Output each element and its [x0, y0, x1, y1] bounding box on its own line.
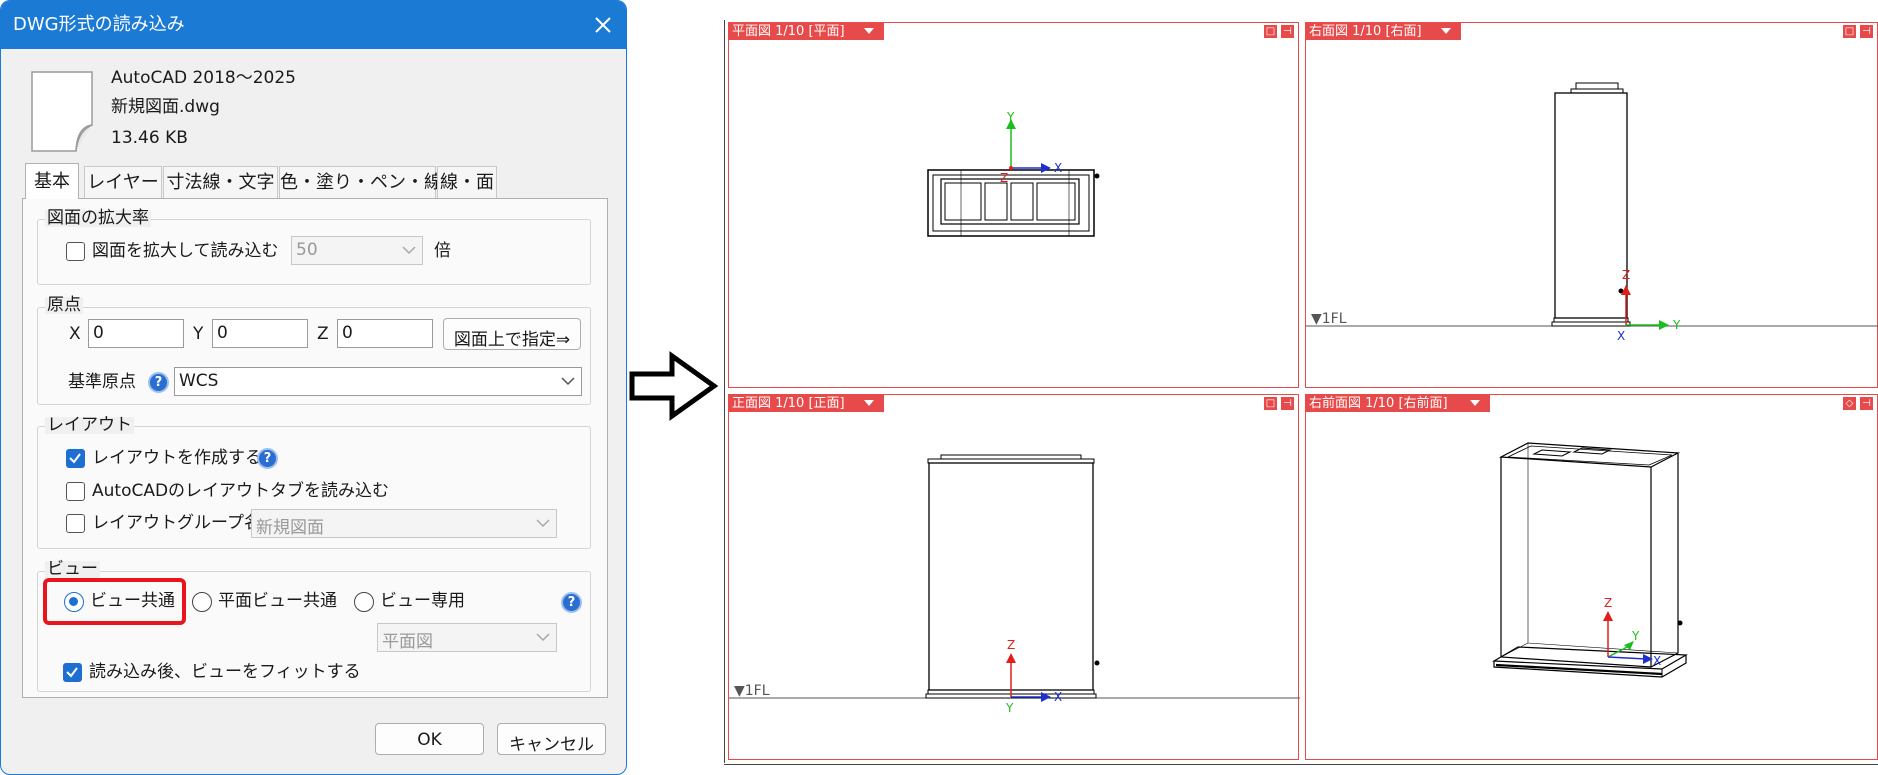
stage: DWG形式の読み込み AutoCAD 2018〜2025 新規図面.dwg 13… [0, 0, 1878, 775]
tab-color-fill-pen-linetype[interactable]: 色・塗り・ペン・線種 [279, 166, 460, 198]
check-icon [69, 453, 81, 464]
import-dialog: DWG形式の読み込み AutoCAD 2018〜2025 新規図面.dwg 13… [0, 0, 627, 775]
layout-group-label: レイアウトグループ名 [92, 513, 261, 533]
base-origin-value: WCS [179, 371, 219, 391]
layout-group-value: 新規図面 [256, 518, 324, 538]
dialog-titlebar: DWG形式の読み込み [1, 1, 626, 49]
view-dedicated-select[interactable]: 平面図 [377, 623, 557, 652]
chevron-down-icon [536, 519, 550, 528]
plan-view-common-radio[interactable] [192, 592, 212, 612]
view-dedicated-radio[interactable] [354, 592, 374, 612]
axis-z-label: Z [1000, 171, 1009, 185]
chevron-down-icon [536, 633, 550, 642]
enlarge-checkbox[interactable] [66, 242, 85, 261]
pick-on-drawing-button[interactable]: 図面上で指定⇒ [443, 318, 581, 350]
axis-x-label: X [1054, 690, 1063, 704]
axis-z-label: Z [1007, 638, 1016, 652]
read-layout-tabs-checkbox[interactable] [66, 482, 85, 501]
help-icon[interactable]: ? [148, 372, 169, 393]
view-common-label: ビュー共通 [90, 591, 175, 611]
view-legend: ビュー [45, 559, 100, 579]
create-layout-label: レイアウトを作成する [92, 448, 262, 468]
scale-value: 50 [296, 240, 318, 260]
enlarge-label: 図面を拡大して読み込む [92, 241, 279, 261]
file-version: AutoCAD 2018〜2025 [111, 68, 296, 88]
floor-level-label: ▼1FL [1311, 311, 1347, 327]
x-label: X [69, 324, 81, 344]
tab-line-face[interactable]: 線・面 [437, 166, 497, 198]
check-icon [66, 667, 78, 678]
right-drawing [1306, 82, 1878, 330]
viewport-perspective[interactable]: 右前面図 1/10 [右前面] ◇ ⊣ Z Y X [1305, 394, 1878, 760]
view-common-radio[interactable] [64, 592, 84, 612]
file-name: 新規図面.dwg [111, 97, 220, 117]
ok-button[interactable]: OK [375, 723, 484, 755]
view-dedicated-label: ビュー専用 [380, 591, 465, 611]
viewport-front[interactable]: 正面図 1/10 [正面] □ ⊣ ▼1FL Z X Y [728, 394, 1300, 760]
front-drawing [729, 454, 1300, 702]
z-input[interactable]: 0 [337, 319, 433, 348]
origin-legend: 原点 [45, 295, 83, 315]
dialog-title: DWG形式の読み込み [13, 14, 185, 35]
plan-view-common-label: 平面ビュー共通 [218, 591, 337, 611]
layout-legend: レイアウト [45, 415, 134, 435]
scale-select[interactable]: 50 [291, 236, 423, 265]
plan-drawing [927, 119, 1100, 237]
fit-view-checkbox[interactable] [63, 663, 82, 682]
tab-dimension-text[interactable]: 寸法線・文字 [163, 166, 278, 198]
create-layout-checkbox[interactable] [66, 449, 85, 468]
x-input[interactable]: 0 [88, 319, 184, 348]
layout-group-select[interactable]: 新規図面 [251, 509, 557, 538]
axis-z-label: Z [1604, 596, 1613, 610]
viewport-plan[interactable]: 平面図 1/10 [平面] □ ⊣ Y X Z [728, 22, 1299, 388]
x-value: 0 [93, 323, 104, 343]
axis-x-label: X [1617, 329, 1626, 343]
axis-y-label: Y [1673, 318, 1681, 332]
axis-y-label: Y [1006, 701, 1014, 715]
cancel-button[interactable]: キャンセル [497, 723, 606, 755]
tab-layer[interactable]: レイヤー [84, 166, 162, 198]
chevron-down-icon [402, 246, 416, 255]
base-origin-select[interactable]: WCS [174, 367, 582, 396]
file-size: 13.46 KB [111, 128, 188, 148]
viewport-frame-left [724, 20, 725, 763]
axis-x-label: X [1054, 161, 1063, 175]
axis-y-label: Y [1007, 110, 1015, 124]
base-origin-label: 基準原点 [68, 372, 136, 392]
help-icon[interactable]: ? [561, 592, 582, 613]
z-value: 0 [342, 323, 353, 343]
y-input[interactable]: 0 [212, 319, 308, 348]
y-label: Y [193, 324, 204, 344]
floor-level-label: ▼1FL [734, 683, 770, 699]
close-icon[interactable] [593, 15, 613, 35]
scale-unit: 倍 [434, 241, 451, 261]
chevron-down-icon [561, 377, 575, 386]
y-value: 0 [217, 323, 228, 343]
tab-basic[interactable]: 基本 [25, 163, 79, 199]
read-layout-tabs-label: AutoCADのレイアウトタブを読み込む [92, 481, 390, 501]
help-icon[interactable]: ? [257, 448, 278, 469]
fit-view-label: 読み込み後、ビューをフィットする [89, 662, 361, 682]
z-label: Z [317, 324, 329, 344]
view-dedicated-value: 平面図 [382, 632, 433, 652]
scale-legend: 図面の拡大率 [45, 208, 151, 228]
axis-y-label: Y [1632, 629, 1640, 643]
axis-z-label: Z [1622, 268, 1631, 282]
viewport-frame-bottom [724, 764, 1878, 765]
perspective-drawing [1491, 442, 1689, 678]
viewport-right[interactable]: 右面図 1/10 [右面] □ ⊣ ▼1FL Z Y X [1305, 22, 1878, 388]
arrow-right-icon [629, 351, 719, 421]
axis-x-label: X [1653, 654, 1662, 668]
file-icon [31, 71, 93, 152]
layout-group-checkbox[interactable] [66, 514, 85, 533]
